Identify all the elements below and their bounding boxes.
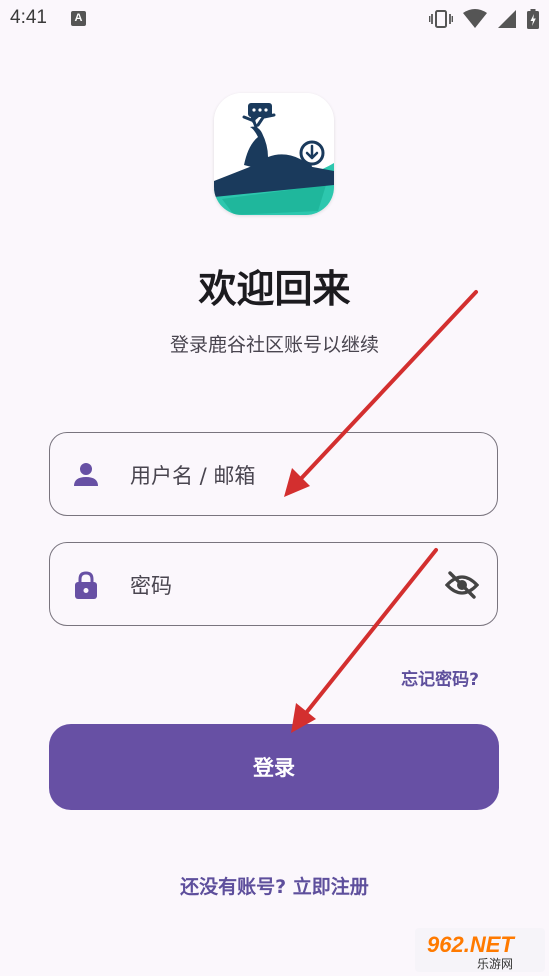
visibility-off-icon[interactable] [445,571,479,599]
app-logo [214,93,334,215]
status-icons [429,9,539,29]
battery-charging-icon [527,9,539,29]
deer-logo-icon [214,93,334,215]
svg-text:乐游网: 乐游网 [477,957,513,971]
notification-app-icon: A [71,11,86,26]
page-title: 欢迎回来 [198,267,351,311]
status-time: 4:41 [10,7,47,28]
username-field[interactable]: 用户名 / 邮箱 [49,432,498,516]
person-icon [74,463,98,486]
svg-text:962.NET: 962.NET [427,932,515,957]
register-link[interactable]: 还没有账号? 立即注册 [0,872,549,899]
lock-icon [75,571,97,599]
status-bar: 4:41 A [0,0,549,38]
forgot-password-link[interactable]: 忘记密码? [401,665,479,690]
site-watermark-logo: 962.NET 乐游网 [415,928,545,972]
vibrate-icon [429,10,453,28]
page-subtitle: 登录鹿谷社区账号以继续 [169,334,379,356]
password-placeholder: 密码 [130,574,172,598]
wifi-icon [463,9,487,28]
login-button[interactable]: 登录 [49,724,499,810]
signal-icon [498,10,516,28]
username-placeholder: 用户名 / 邮箱 [130,464,256,488]
login-button-label: 登录 [253,756,295,780]
password-field[interactable]: 密码 [49,542,498,626]
